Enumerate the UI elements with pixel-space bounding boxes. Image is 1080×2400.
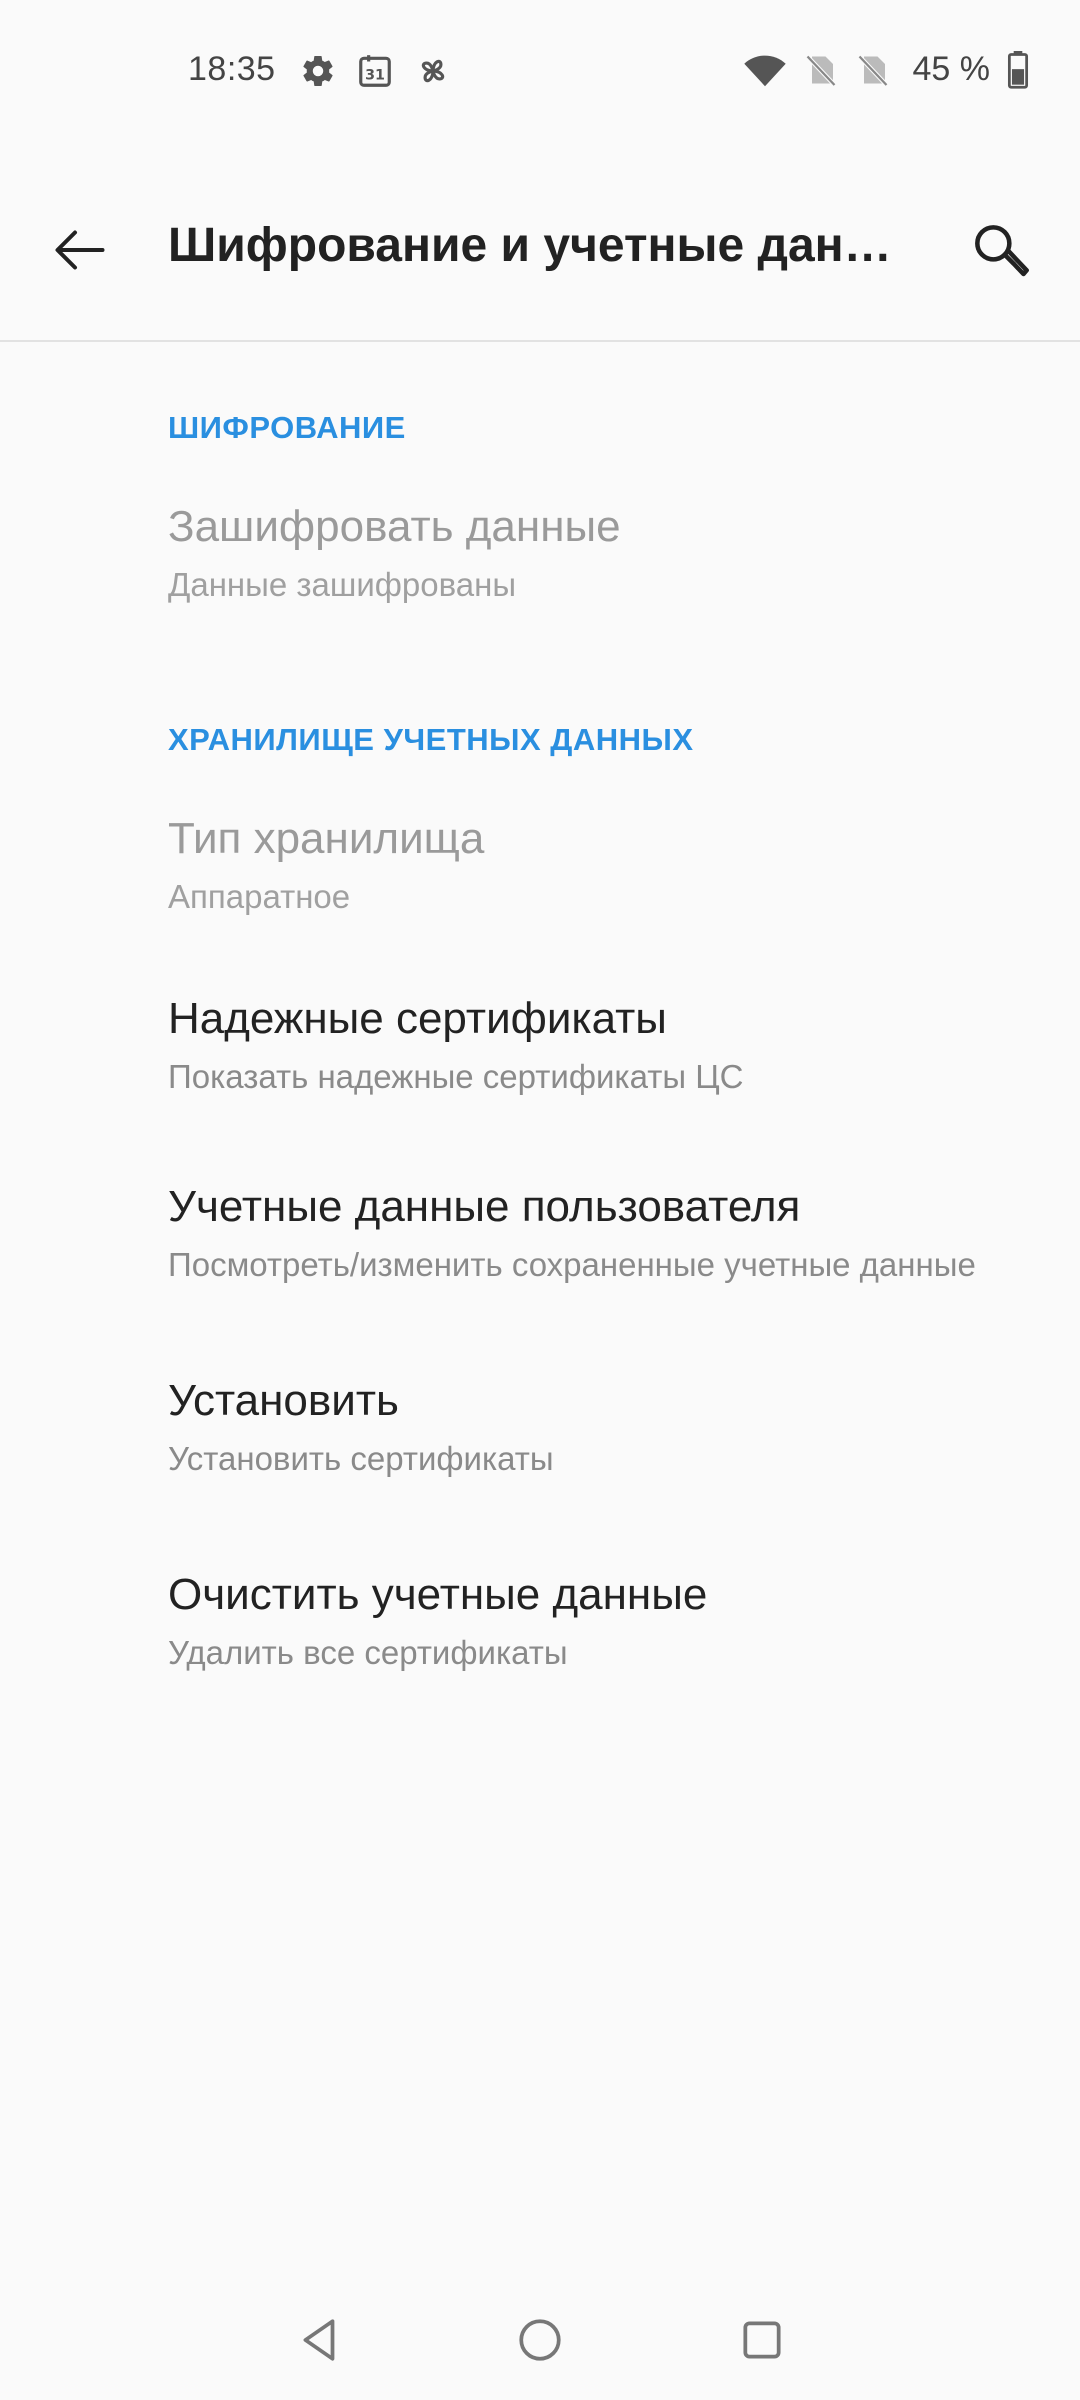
status-time: 18:35 — [188, 50, 276, 88]
pref-clear-credentials[interactable]: Очистить учетные данные Удалить все серт… — [0, 1530, 1080, 1720]
pref-trusted-certificates-summary: Показать надежные сертификаты ЦС — [168, 1058, 744, 1095]
pref-storage-type: Тип хранилища Аппаратное — [0, 814, 1080, 964]
pref-user-credentials[interactable]: Учетные данные пользователя Посмотреть/и… — [0, 1142, 1080, 1332]
no-sim-icon — [803, 51, 839, 89]
pref-user-credentials-summary: Посмотреть/изменить сохраненные учетные … — [168, 1246, 976, 1283]
pref-encrypt-data: Зашифровать данные Данные зашифрованы — [0, 502, 1080, 652]
section-header-encryption: ШИФРОВАНИЕ — [168, 410, 406, 445]
pref-storage-type-summary: Аппаратное — [168, 878, 351, 915]
pref-encrypt-data-title: Зашифровать данные — [168, 502, 621, 551]
pref-user-credentials-title: Учетные данные пользователя — [168, 1182, 801, 1231]
back-button[interactable] — [40, 210, 120, 290]
pref-clear-credentials-title: Очистить учетные данные — [168, 1570, 708, 1619]
pref-install-certificates-title: Установить — [168, 1376, 399, 1425]
nav-back-button[interactable] — [270, 2290, 370, 2390]
nav-home-button[interactable] — [490, 2290, 590, 2390]
circle-home-icon — [519, 2319, 561, 2361]
pref-storage-type-title: Тип хранилища — [168, 814, 485, 863]
section-header-credential-storage: ХРАНИЛИЩЕ УЧЕТНЫХ ДАННЫХ — [168, 722, 694, 757]
pref-install-certificates-summary: Установить сертификаты — [168, 1440, 554, 1477]
navigation-bar — [0, 2280, 1080, 2400]
battery-icon — [1006, 50, 1030, 89]
no-sim-icon-2 — [855, 51, 891, 89]
pref-encrypt-data-summary: Данные зашифрованы — [168, 566, 517, 603]
pref-trusted-certificates-title: Надежные сертификаты — [168, 994, 667, 1043]
pinwheel-icon — [414, 52, 452, 90]
settings-gear-icon — [300, 53, 336, 89]
nav-recents-button[interactable] — [712, 2290, 812, 2390]
square-recents-icon — [743, 2321, 781, 2359]
battery-percentage: 45 % — [912, 50, 991, 88]
search-button[interactable] — [960, 210, 1040, 290]
calendar-icon: 31 — [356, 52, 394, 90]
status-system-icons: 45 % — [743, 50, 1031, 89]
pref-install-certificates[interactable]: Установить Установить сертификаты — [0, 1336, 1080, 1526]
svg-text:31: 31 — [365, 68, 385, 84]
page-title: Шифрование и учетные данн… — [168, 219, 908, 272]
pref-trusted-certificates[interactable]: Надежные сертификаты Показать надежные с… — [0, 954, 1080, 1134]
pref-clear-credentials-summary: Удалить все сертификаты — [168, 1634, 568, 1671]
arrow-left-icon — [55, 230, 105, 270]
status-bar: 18:35 31 45 % — [0, 0, 1080, 140]
screen: 18:35 31 45 % Шифрование и учетные данн…… — [0, 0, 1080, 2400]
search-icon — [975, 225, 1029, 277]
wifi-icon — [743, 52, 787, 88]
app-bar: Шифрование и учетные данн… — [0, 170, 1080, 342]
triangle-back-icon — [303, 2319, 335, 2361]
status-notification-icons: 31 — [300, 52, 452, 90]
